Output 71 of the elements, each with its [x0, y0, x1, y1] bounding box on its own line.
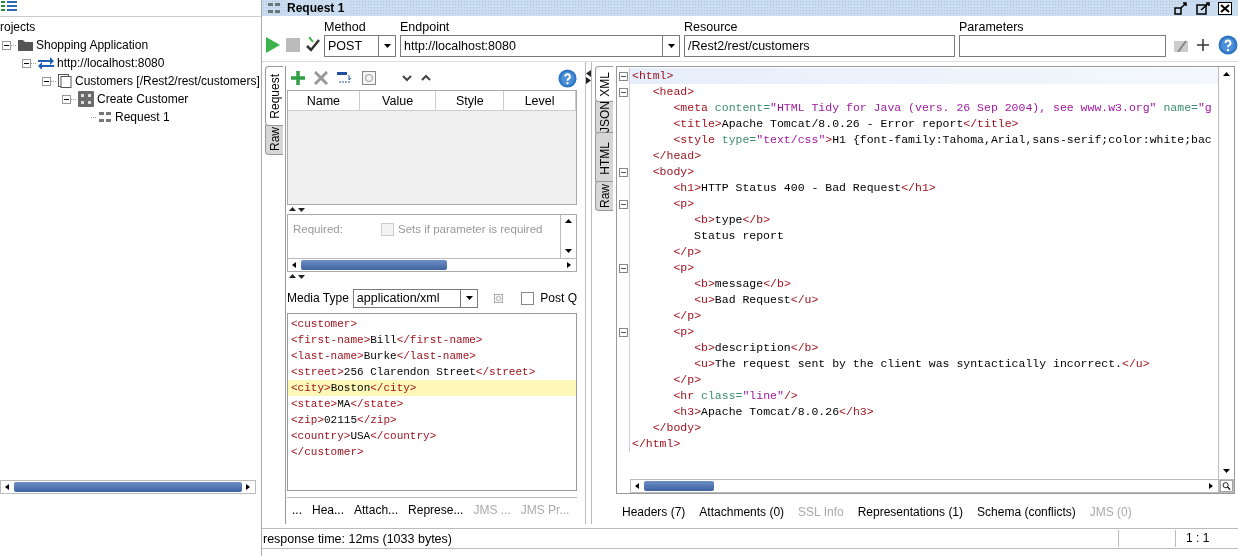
- field-label: Media Type: [287, 291, 349, 305]
- code-line: Status report: [693, 228, 784, 244]
- input-field[interactable]: /Rest2/rest/customers: [684, 35, 955, 57]
- code-line: <last-name>Burke</last-name>: [290, 349, 477, 364]
- side-tab[interactable]: Raw: [595, 181, 613, 211]
- field-label: Endpoint: [400, 19, 451, 35]
- window-title: Request 1: [287, 1, 351, 15]
- tree-item[interactable]: Customers [/Rest2/rest/customers]: [75, 74, 260, 88]
- status-text: response time: 12ms (1033 bytes): [262, 531, 453, 546]
- bottom-tab[interactable]: Headers (7): [622, 505, 700, 519]
- bottom-tab[interactable]: Schema (conflicts): [977, 505, 1090, 519]
- column-header[interactable]: Value: [359, 91, 437, 110]
- column-header[interactable]: Name: [288, 91, 360, 110]
- code-line: <country>USA</country>: [290, 429, 438, 444]
- code-line: <p>: [672, 260, 695, 276]
- code-line: <street>256 Clarendon Street</street>: [290, 365, 537, 380]
- code-line: <head>: [651, 84, 695, 100]
- column-header[interactable]: Style: [436, 91, 505, 110]
- code-line: <p>: [672, 196, 695, 212]
- code-line: <state>MA</state>: [290, 397, 405, 412]
- side-tab[interactable]: XML: [595, 66, 613, 102]
- tree-item[interactable]: Create Customer: [97, 92, 189, 106]
- tree-item[interactable]: Shopping Application: [36, 38, 149, 52]
- code-editor[interactable]: <customer> <first-name>Bill</first-name> <last-name>Burke</last-name> <street>256 Clarendon Street</street> <city>Boston</city> <state>MA</state> <zip>02115</zip> <country>USA</country> </customer>: [287, 313, 577, 491]
- code-line: </p>: [672, 308, 702, 324]
- field-label: Required:: [293, 223, 344, 237]
- dropdown[interactable]: http://localhost:8080: [400, 35, 680, 57]
- code-line: <p>: [672, 324, 695, 340]
- field-label: Resource: [684, 19, 739, 35]
- bottom-tab[interactable]: Represe...: [403, 503, 469, 517]
- code-line: <meta content="HTML Tidy for Java (vers. 26 Sep 2004), see www.w3.org" name="g: [672, 100, 1212, 116]
- side-tab[interactable]: Raw: [265, 123, 283, 155]
- code-line: <h1>HTTP Status 400 - Bad Request</h1>: [672, 180, 936, 196]
- field-label: Parameters: [959, 19, 1025, 35]
- code-line: </head>: [651, 148, 702, 164]
- tree-item[interactable]: Request 1: [115, 110, 170, 124]
- code-line: <b>message</b>: [693, 276, 791, 292]
- code-line: <b>type</b>: [693, 212, 771, 228]
- dropdown[interactable]: POST: [324, 35, 396, 57]
- cursor-position: 1 : 1: [1175, 530, 1238, 547]
- code-line: </p>: [672, 244, 702, 260]
- code-line: <body>: [651, 164, 695, 180]
- code-line: </customer>: [290, 445, 365, 460]
- code-line: </html>: [632, 436, 681, 452]
- code-line: <b>description</b>: [693, 340, 819, 356]
- panel-title: rojects: [0, 19, 37, 36]
- code-line: <zip>02115</zip>: [290, 413, 398, 428]
- bottom-tab[interactable]: Attach...: [349, 503, 404, 517]
- code-line: <first-name>Bill</first-name>: [290, 333, 484, 348]
- field-label: Method: [324, 19, 367, 35]
- code-line: <h3>Apache Tomcat/8.0.26</h3>: [672, 404, 874, 420]
- checkbox-label: Post Q: [540, 291, 577, 305]
- bottom-tab[interactable]: Attachments (0): [699, 505, 799, 519]
- code-line: <hr class="line"/>: [672, 388, 798, 404]
- code-line: <customer>: [290, 317, 359, 332]
- tree-item[interactable]: http://localhost:8080: [57, 56, 165, 70]
- side-tab[interactable]: HTML: [595, 132, 613, 184]
- bottom-tab[interactable]: Representations (1): [857, 505, 978, 519]
- code-line: </p>: [672, 372, 702, 388]
- code-line: <title>Apache Tomcat/8.0.26 - Error report</title>: [672, 116, 1019, 132]
- code-line: <u>Bad Request</u>: [693, 292, 819, 308]
- code-line: </body>: [651, 420, 702, 436]
- checkbox-label: Sets if parameter is required: [398, 223, 543, 235]
- code-line: <html>: [632, 68, 674, 84]
- column-header[interactable]: Level: [504, 91, 576, 110]
- dropdown[interactable]: application/xml: [352, 288, 479, 308]
- bottom-tab[interactable]: ...: [287, 503, 307, 517]
- side-tab[interactable]: Request: [265, 66, 283, 126]
- bottom-tab[interactable]: Hea...: [307, 503, 350, 517]
- code-line: <u>The request sent by the client was syntactically incorrect.</u>: [693, 356, 1150, 372]
- code-line: <style type="text/css">H1 {font-family:Tahoma,Arial,sans-serif;color:white;bac: [672, 132, 1212, 148]
